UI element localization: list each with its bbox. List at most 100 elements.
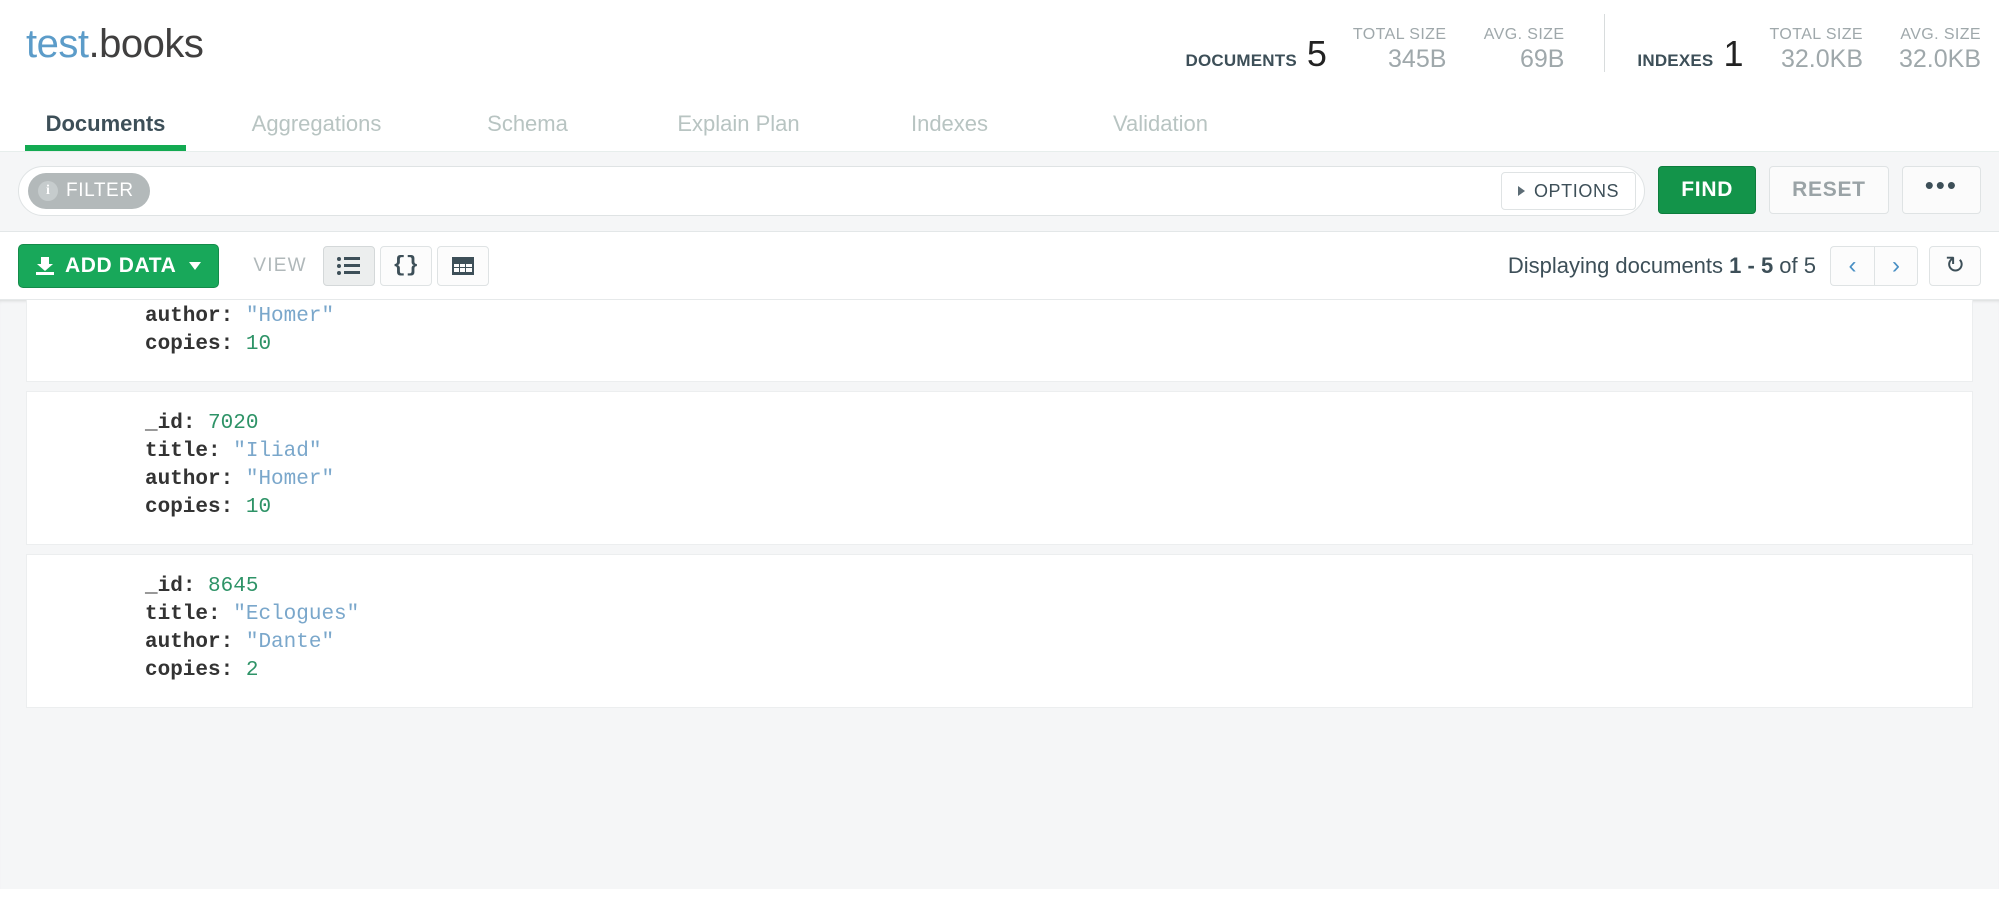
collection-name: books xyxy=(99,22,204,66)
field-value: 10 xyxy=(245,496,272,519)
braces-icon: {} xyxy=(392,253,419,278)
add-data-button[interactable]: ADD DATA xyxy=(18,243,220,288)
download-icon xyxy=(36,256,54,275)
field-value: "Homer" xyxy=(245,468,335,491)
indexes-total-size-value: 32.0KB xyxy=(1780,45,1863,74)
pagination-status: Displaying documents 1 - 5 of 5 xyxy=(1508,253,1816,279)
indexes-count: INDEXES 1 xyxy=(1637,36,1743,74)
field-key: author xyxy=(145,631,221,654)
indexes-total-size-label: TOTAL SIZE xyxy=(1769,26,1863,44)
list-icon xyxy=(337,256,361,275)
field-value: "Eclogues" xyxy=(233,603,360,626)
collection-stats: DOCUMENTS 5 TOTAL SIZE 345B AVG. SIZE 69… xyxy=(1186,14,1981,74)
pagination-nav[interactable]: ‹ › xyxy=(1830,245,1918,286)
tab-indexes[interactable]: Indexes xyxy=(844,111,1055,151)
collection-header: test.books DOCUMENTS 5 TOTAL SIZE 345B A… xyxy=(0,0,1999,152)
tab-explain-plan[interactable]: Explain Plan xyxy=(633,111,844,151)
indexes-avg-size: AVG. SIZE 32.0KB xyxy=(1889,25,1981,74)
document-field: title: "Iliad" xyxy=(145,440,322,463)
field-value: "Homer" xyxy=(245,305,335,328)
field-key: copies xyxy=(145,496,221,519)
document-list[interactable]: _id: 7000 author: "Homer" copies: 10 _id… xyxy=(0,300,1999,889)
field-key: title xyxy=(145,603,209,626)
view-label: VIEW xyxy=(253,254,307,276)
field-key: _id xyxy=(145,412,183,435)
field-value: "Iliad" xyxy=(233,440,322,463)
pagination: Displaying documents 1 - 5 of 5 ‹ › ↻ xyxy=(1508,245,1981,286)
stats-divider xyxy=(1604,14,1606,72)
indexes-count-label: INDEXES xyxy=(1637,51,1714,70)
documents-count-value: 5 xyxy=(1306,33,1327,74)
documents-total-size-label: TOTAL SIZE xyxy=(1352,26,1447,44)
collection-tab-bar[interactable]: Documents Aggregations Schema Explain Pl… xyxy=(0,95,1266,151)
field-value: 8645 xyxy=(208,575,259,598)
prev-page-button[interactable]: ‹ xyxy=(1830,245,1874,286)
documents-count: DOCUMENTS 5 xyxy=(1186,36,1327,74)
reset-button[interactable]: RESET xyxy=(1769,166,1889,214)
document-card[interactable]: _id: 8645 title: "Eclogues" author: "Dan… xyxy=(26,554,1973,708)
indexes-count-value: 1 xyxy=(1723,33,1744,74)
documents-stats: DOCUMENTS 5 TOTAL SIZE 345B AVG. SIZE 69… xyxy=(1186,25,1565,74)
documents-total-size-value: 345B xyxy=(1388,45,1447,74)
indexes-avg-size-value: 32.0KB xyxy=(1898,45,1981,74)
info-icon: i xyxy=(38,181,58,201)
filter-label-pill[interactable]: i FILTER xyxy=(28,173,150,209)
table-icon xyxy=(451,256,474,275)
filter-input[interactable]: i FILTER OPTIONS xyxy=(18,166,1646,216)
field-value: 7020 xyxy=(208,412,259,435)
document-field: copies: 10 xyxy=(145,333,272,356)
document-field: title: "Eclogues" xyxy=(145,603,360,626)
field-value: 10 xyxy=(245,333,272,356)
filter-label: FILTER xyxy=(66,180,134,201)
document-card[interactable]: _id: 7020 title: "Iliad" author: "Homer"… xyxy=(26,391,1973,545)
pagination-range: 1 - 5 xyxy=(1729,252,1774,278)
indexes-avg-size-label: AVG. SIZE xyxy=(1900,26,1981,44)
caret-right-icon xyxy=(1517,186,1525,196)
chevron-down-icon xyxy=(189,261,202,270)
field-key: copies xyxy=(145,659,221,682)
document-field: copies: 10 xyxy=(145,496,272,519)
document-field: copies: 2 xyxy=(145,659,259,682)
documents-avg-size-label: AVG. SIZE xyxy=(1483,26,1565,44)
next-page-button[interactable]: › xyxy=(1874,245,1918,286)
documents-avg-size-value: 69B xyxy=(1519,45,1565,74)
indexes-stats: INDEXES 1 TOTAL SIZE 32.0KB AVG. SIZE 32… xyxy=(1637,25,1981,74)
namespace-title: test.books xyxy=(26,22,204,67)
tab-schema[interactable]: Schema xyxy=(422,111,633,151)
document-field: _id: 8645 xyxy=(145,575,259,598)
field-key: copies xyxy=(145,333,221,356)
refresh-button[interactable]: ↻ xyxy=(1929,245,1981,286)
tab-validation[interactable]: Validation xyxy=(1055,111,1266,151)
more-options-button[interactable]: ••• xyxy=(1901,166,1981,214)
database-name: test xyxy=(26,22,89,66)
query-bar: i FILTER OPTIONS FIND RESET ••• xyxy=(0,152,1999,232)
pagination-prefix: Displaying documents xyxy=(1507,252,1730,278)
indexes-total-size: TOTAL SIZE 32.0KB xyxy=(1770,25,1864,74)
pagination-suffix: of 5 xyxy=(1773,252,1816,278)
document-field: _id: 7020 xyxy=(145,412,259,435)
documents-toolbar: ADD DATA VIEW {} Displaying documents 1 … xyxy=(0,232,1999,300)
find-button[interactable]: FIND xyxy=(1658,166,1757,214)
view-toggle-group[interactable]: {} xyxy=(322,245,494,286)
document-card[interactable]: _id: 7000 author: "Homer" copies: 10 xyxy=(26,300,1973,382)
documents-total-size: TOTAL SIZE 345B xyxy=(1353,25,1447,74)
document-field: author: "Homer" xyxy=(145,305,335,328)
documents-avg-size: AVG. SIZE 69B xyxy=(1472,25,1565,74)
tab-aggregations[interactable]: Aggregations xyxy=(211,111,422,151)
view-toggle-table[interactable] xyxy=(436,245,489,286)
field-value: 2 xyxy=(245,659,259,682)
field-key: _id xyxy=(145,575,183,598)
view-toggle-list[interactable] xyxy=(322,245,375,286)
document-field: author: "Dante" xyxy=(145,631,335,654)
document-field: author: "Homer" xyxy=(145,468,335,491)
field-value: "Dante" xyxy=(245,631,335,654)
add-data-label: ADD DATA xyxy=(65,253,177,277)
tab-documents[interactable]: Documents xyxy=(0,111,211,151)
namespace-separator: . xyxy=(88,22,100,66)
view-toggle-json[interactable]: {} xyxy=(379,245,432,286)
field-key: title xyxy=(145,440,209,463)
options-label: OPTIONS xyxy=(1533,180,1620,201)
field-key: author xyxy=(145,468,221,491)
field-key: author xyxy=(145,305,221,328)
options-button[interactable]: OPTIONS xyxy=(1500,172,1637,210)
